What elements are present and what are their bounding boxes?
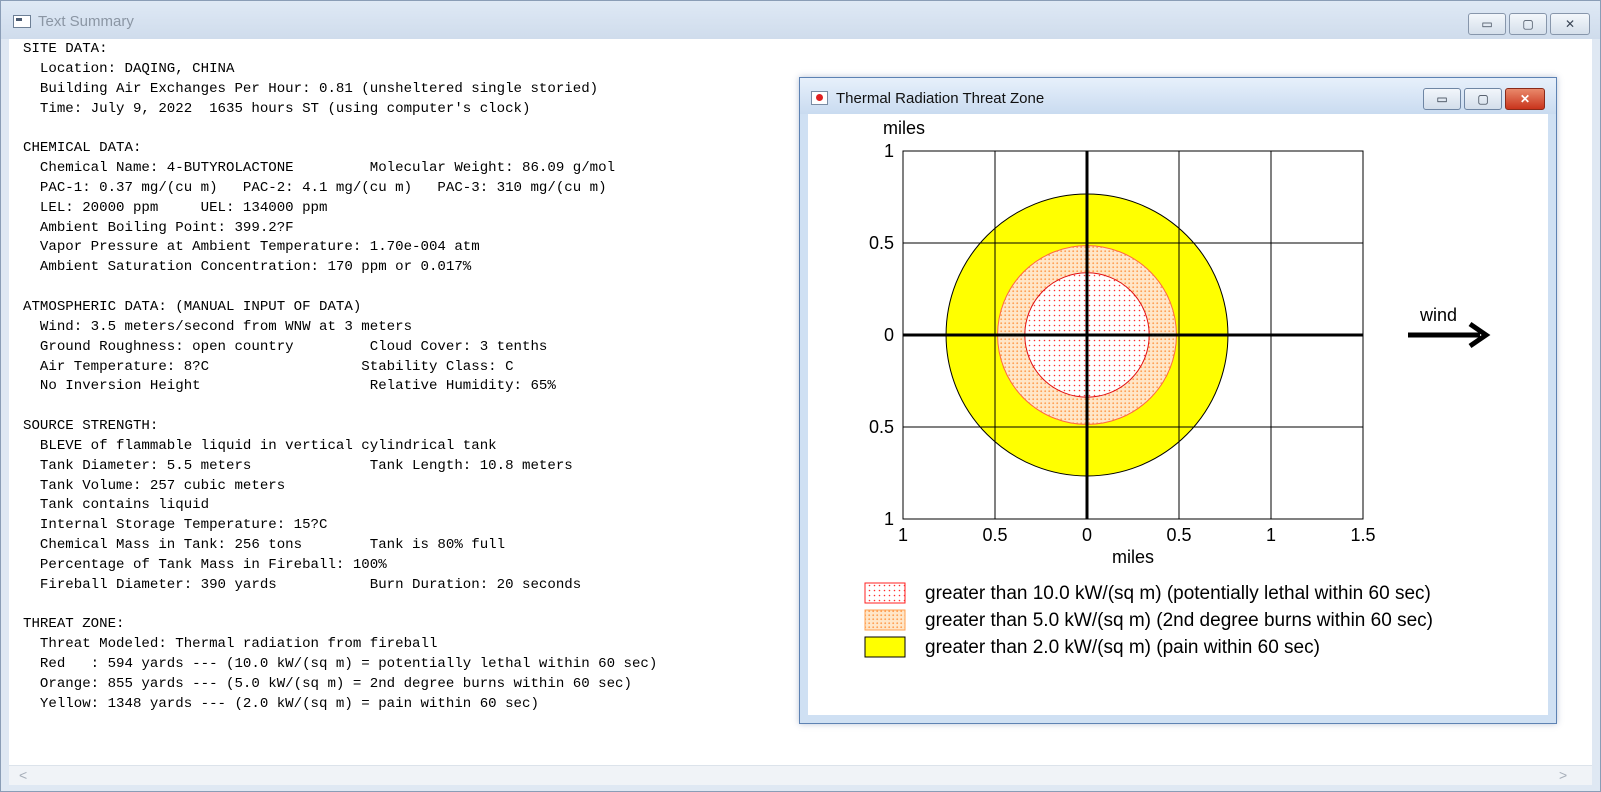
- x-axis-unit-label: miles: [1112, 547, 1154, 567]
- summary-line: SOURCE STRENGTH:: [23, 418, 159, 435]
- window-title: Text Summary: [38, 13, 134, 30]
- summary-line: Threat Modeled: Thermal radiation from f…: [23, 636, 438, 653]
- threat-zone-icon[interactable]: [811, 91, 828, 105]
- legend-entry: greater than 5.0 kW/(sq m) (2nd degree b…: [925, 610, 1433, 631]
- thermal-titlebar[interactable]: Thermal Radiation Threat Zone ▭ ▢ ✕: [800, 78, 1556, 114]
- summary-line: BLEVE of flammable liquid in vertical cy…: [23, 437, 497, 454]
- maximize-icon: ▢: [1522, 17, 1534, 31]
- summary-line: Ambient Boiling Point: 399.2?F: [23, 219, 294, 236]
- scroll-left-icon[interactable]: <: [19, 767, 27, 783]
- horizontal-scrollbar[interactable]: < >: [9, 765, 1592, 785]
- scroll-right-icon[interactable]: >: [1559, 767, 1567, 783]
- y-tick-label: 0: [884, 325, 894, 345]
- wind-label: wind: [1419, 305, 1457, 325]
- summary-line: [23, 278, 657, 298]
- thermal-window-title: Thermal Radiation Threat Zone: [836, 90, 1045, 107]
- summary-line: SITE DATA:: [23, 41, 108, 57]
- x-tick-label: 0.5: [1166, 525, 1191, 545]
- x-tick-label: 0: [1082, 525, 1092, 545]
- summary-line: Percentage of Tank Mass in Fireball: 100…: [23, 556, 387, 573]
- maximize-icon: ▢: [1477, 92, 1489, 106]
- thermal-minimize-button[interactable]: ▭: [1423, 88, 1461, 110]
- minimize-icon: ▭: [1481, 17, 1493, 31]
- summary-line: LEL: 20000 ppm UEL: 134000 ppm: [23, 199, 328, 216]
- minimize-icon: ▭: [1436, 92, 1448, 106]
- y-tick-label: 0.5: [869, 417, 894, 437]
- summary-line: No Inversion Height Relative Humidity: 6…: [23, 378, 556, 395]
- legend-entry: greater than 2.0 kW/(sq m) (pain within …: [925, 637, 1320, 658]
- summary-line: Ambient Saturation Concentration: 170 pp…: [23, 259, 472, 276]
- summary-line: Ground Roughness: open country Cloud Cov…: [23, 338, 548, 355]
- legend-swatch: [864, 609, 906, 631]
- summary-line: [23, 119, 657, 139]
- close-button[interactable]: ✕: [1550, 13, 1590, 35]
- legend-entry: greater than 10.0 kW/(sq m) (potentially…: [925, 583, 1431, 604]
- text-summary-window: Text Summary ▭ ▢ ✕ SITE DATA: Location: …: [0, 0, 1601, 792]
- summary-text-block: SITE DATA: Location: DAQING, CHINA Build…: [23, 40, 657, 715]
- summary-line: Vapor Pressure at Ambient Temperature: 1…: [23, 239, 480, 256]
- x-tick-label: 1: [1266, 525, 1276, 545]
- summary-line: ATMOSPHERIC DATA: (MANUAL INPUT OF DATA): [23, 298, 362, 315]
- close-icon: ✕: [1519, 92, 1531, 106]
- app-icon[interactable]: [13, 15, 31, 28]
- summary-line: Tank Diameter: 5.5 meters Tank Length: 1…: [23, 457, 573, 474]
- x-tick-label: 1: [898, 525, 908, 545]
- summary-line: Building Air Exchanges Per Hour: 0.81 (u…: [23, 80, 599, 97]
- summary-line: Red : 594 yards --- (10.0 kW/(sq m) = po…: [23, 656, 658, 673]
- summary-line: Tank contains liquid: [23, 497, 210, 514]
- summary-line: [23, 596, 657, 616]
- close-icon: ✕: [1564, 17, 1576, 31]
- threat-zone-plot-area: 1 0.5 0 0.5 1 1.5 1 0.5 0 0.5 1 miles miles greater …: [808, 114, 1548, 715]
- summary-line: THREAT ZONE:: [23, 616, 125, 633]
- summary-line: Internal Storage Temperature: 15?C: [23, 517, 328, 534]
- y-tick-label: 0.5: [869, 233, 894, 253]
- thermal-maximize-button[interactable]: ▢: [1464, 88, 1502, 110]
- x-tick-label: 0.5: [982, 525, 1007, 545]
- summary-line: Yellow: 1348 yards --- (2.0 kW/(sq m) = …: [23, 695, 539, 712]
- summary-line: Chemical Name: 4-BUTYROLACTONE Molecular…: [23, 160, 616, 177]
- summary-line: Air Temperature: 8?C Stability Class: C: [23, 358, 514, 375]
- summary-line: CHEMICAL DATA:: [23, 140, 142, 157]
- summary-line: PAC-1: 0.37 mg/(cu m) PAC-2: 4.1 mg/(cu …: [23, 179, 607, 196]
- summary-line: Wind: 3.5 meters/second from WNW at 3 me…: [23, 318, 413, 335]
- threat-zone-chart: 1 0.5 0 0.5 1 1.5 1 0.5 0 0.5 1 miles miles greater …: [864, 118, 1491, 658]
- legend-swatch: [864, 636, 906, 658]
- legend-swatch: [864, 582, 906, 604]
- y-axis-unit-label: miles: [883, 118, 925, 138]
- x-tick-label: 1.5: [1350, 525, 1375, 545]
- summary-line: Fireball Diameter: 390 yards Burn Durati…: [23, 576, 582, 593]
- summary-line: Time: July 9, 2022 1635 hours ST (using …: [23, 100, 531, 117]
- y-tick-label: 1: [884, 141, 894, 161]
- minimize-button[interactable]: ▭: [1468, 13, 1506, 35]
- thermal-radiation-window: Thermal Radiation Threat Zone ▭ ▢ ✕ 1 0.…: [799, 77, 1557, 724]
- summary-line: Location: DAQING, CHINA: [23, 60, 235, 77]
- summary-line: Tank Volume: 257 cubic meters: [23, 477, 286, 494]
- thermal-close-button[interactable]: ✕: [1505, 88, 1545, 110]
- y-tick-label: 1: [884, 509, 894, 529]
- text-summary-titlebar[interactable]: Text Summary ▭ ▢ ✕: [1, 1, 1600, 39]
- summary-line: Chemical Mass in Tank: 256 tons Tank is …: [23, 537, 506, 554]
- summary-line: Orange: 855 yards --- (5.0 kW/(sq m) = 2…: [23, 676, 632, 692]
- summary-line: [23, 397, 657, 417]
- maximize-button[interactable]: ▢: [1509, 13, 1547, 35]
